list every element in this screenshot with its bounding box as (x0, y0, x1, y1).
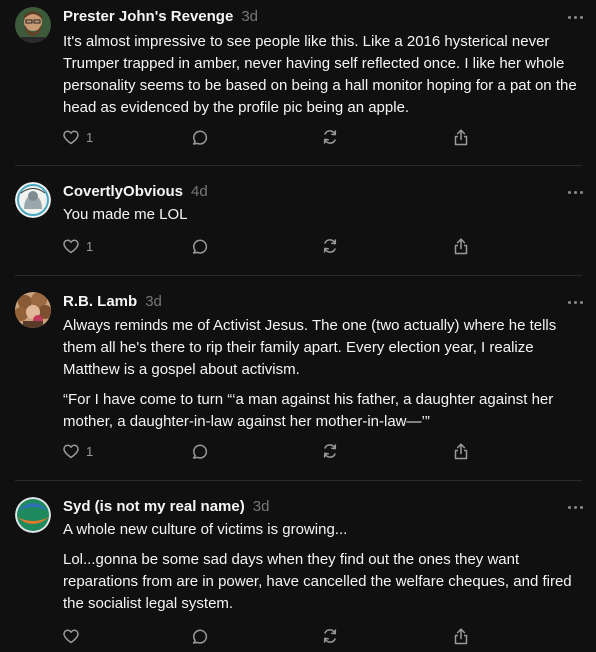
more-dots-icon[interactable] (566, 186, 584, 198)
comment: R.B. Lamb 3d Always reminds me of Activis… (0, 276, 596, 480)
avatar[interactable] (15, 7, 51, 43)
like-button[interactable]: 1 (63, 236, 93, 256)
more-dots-icon[interactable] (566, 11, 584, 23)
comment-header: CovertlyObvious 4d (63, 182, 208, 202)
comment-header: Syd (is not my real name) 3d (63, 497, 269, 517)
comment-feed: Prester John's Revenge 3d It's almost imp… (0, 0, 596, 652)
like-count: 1 (86, 443, 94, 459)
share-icon (454, 627, 468, 644)
restack-button[interactable] (322, 626, 338, 646)
share-icon (454, 237, 468, 254)
comment-text: You made me LOL (63, 206, 188, 223)
comment-header: Prester John's Revenge 3d (63, 7, 258, 27)
comment: Prester John's Revenge 3d It's almost imp… (0, 0, 596, 165)
comment-text: “For I have come to turn “‘a man against… (63, 391, 554, 430)
share-button[interactable] (453, 236, 469, 256)
comment-actions: 1 (63, 127, 483, 147)
like-button[interactable]: 1 (63, 127, 93, 147)
comment: Syd (is not my real name) 3d A whole new … (0, 481, 596, 652)
comment-text: It's almost impressive to see people lik… (63, 33, 577, 116)
author-name[interactable]: Syd (is not my real name) (63, 498, 245, 515)
share-button[interactable] (453, 127, 469, 147)
share-button[interactable] (453, 441, 469, 461)
comment-text: Lol...gonna be some sad days when they f… (63, 551, 572, 612)
timestamp[interactable]: 3d (145, 293, 162, 310)
like-count: 1 (86, 129, 94, 145)
author-name[interactable]: CovertlyObvious (63, 183, 183, 200)
like-button[interactable] (63, 626, 86, 646)
reply-button[interactable] (192, 127, 208, 147)
speech-bubble-icon (192, 130, 208, 145)
restack-arrows-icon (323, 444, 337, 458)
author-name[interactable]: R.B. Lamb (63, 293, 137, 310)
restack-button[interactable] (322, 127, 338, 147)
share-icon (454, 128, 468, 145)
comment-text: A whole new culture of victims is growin… (63, 521, 348, 538)
heart-icon (63, 628, 79, 643)
reply-button[interactable] (192, 441, 208, 461)
comment: CovertlyObvious 4d You made me LOL 1 (0, 166, 596, 275)
speech-bubble-icon (192, 239, 208, 254)
timestamp[interactable]: 4d (191, 183, 208, 200)
comment-actions: 1 (63, 236, 483, 256)
comment-header: R.B. Lamb 3d (63, 292, 162, 312)
more-dots-icon[interactable] (566, 501, 584, 513)
heart-icon (63, 129, 79, 144)
like-count: 1 (86, 238, 94, 254)
share-button[interactable] (453, 626, 469, 646)
author-name[interactable]: Prester John's Revenge (63, 8, 233, 25)
avatar[interactable] (15, 497, 51, 533)
reply-button[interactable] (192, 626, 208, 646)
heart-icon (63, 443, 79, 458)
comment-actions (63, 626, 483, 646)
reply-button[interactable] (192, 236, 208, 256)
avatar[interactable] (15, 292, 51, 328)
restack-arrows-icon (323, 130, 337, 144)
share-icon (454, 442, 468, 459)
restack-arrows-icon (323, 239, 337, 253)
more-dots-icon[interactable] (566, 296, 584, 308)
heart-icon (63, 238, 79, 253)
timestamp[interactable]: 3d (253, 498, 270, 515)
like-button[interactable]: 1 (63, 441, 93, 461)
comment-actions: 1 (63, 441, 483, 461)
restack-button[interactable] (322, 441, 338, 461)
restack-button[interactable] (322, 236, 338, 256)
restack-arrows-icon (323, 629, 337, 643)
timestamp[interactable]: 3d (241, 8, 258, 25)
speech-bubble-icon (192, 444, 208, 459)
avatar[interactable] (15, 182, 51, 218)
speech-bubble-icon (192, 629, 208, 644)
comment-text: Always reminds me of Activist Jesus. The… (63, 317, 557, 378)
